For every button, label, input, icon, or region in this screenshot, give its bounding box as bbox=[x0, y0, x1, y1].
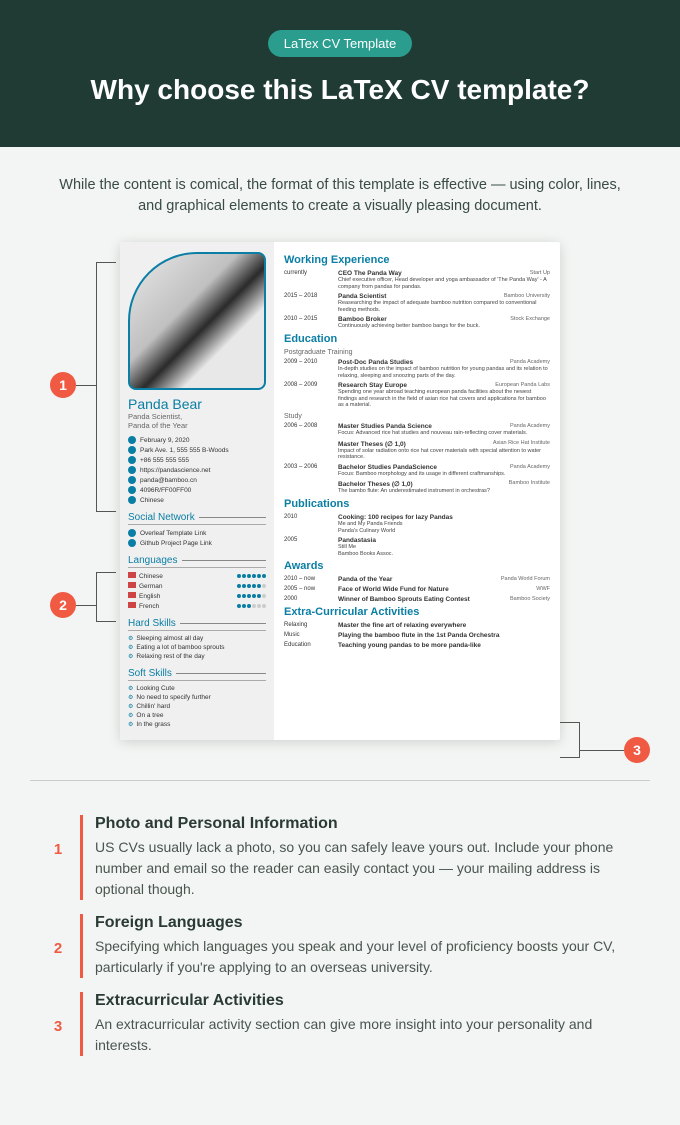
callout-2: 2 bbox=[50, 592, 76, 618]
cv-entry: Master Theses (∅ 1,0)Asian Rice Hat Inst… bbox=[284, 440, 550, 461]
flag-icon bbox=[128, 572, 136, 578]
contact-item: February 9, 2020 bbox=[128, 436, 266, 444]
skill-item: Eating a lot of bamboo sprouts bbox=[128, 644, 266, 651]
contact-item: Chinese bbox=[128, 496, 266, 504]
proficiency-dots bbox=[237, 604, 266, 608]
explanation-number: 2 bbox=[50, 940, 66, 957]
line-1 bbox=[76, 385, 96, 386]
contact-icon bbox=[128, 486, 136, 494]
proficiency-dots bbox=[237, 584, 266, 588]
contact-icon bbox=[128, 466, 136, 474]
cv-entry: 2015 – 2018Panda ScientistBamboo Univers… bbox=[284, 293, 550, 313]
contact-item: 4096R/FF00FF00 bbox=[128, 486, 266, 494]
cv-entry: 2010Cooking: 100 recipes for lazy Pandas… bbox=[284, 514, 550, 534]
bracket-2 bbox=[96, 572, 116, 622]
contact-icon bbox=[128, 446, 136, 454]
social-link: Overleaf Template Link bbox=[128, 529, 266, 537]
cv-entry: RelaxingMaster the fine art of relaxing … bbox=[284, 622, 550, 629]
proficiency-dots bbox=[237, 594, 266, 598]
contact-icon bbox=[128, 476, 136, 484]
contact-item: panda@bamboo.cn bbox=[128, 476, 266, 484]
extra-heading: Extra-Curricular Activities bbox=[284, 606, 550, 618]
cv-document: Panda Bear Panda Scientist, Panda of the… bbox=[120, 242, 560, 740]
cv-entry: currentlyCEO The Panda WayStart UpChief … bbox=[284, 270, 550, 290]
explanation-title: Extracurricular Activities bbox=[95, 992, 630, 1010]
explanation-row: 1 Photo and Personal Information US CVs us… bbox=[50, 815, 630, 900]
skill-item: In the grass bbox=[128, 721, 266, 728]
flag-icon bbox=[128, 582, 136, 588]
explanation-title: Foreign Languages bbox=[95, 914, 630, 932]
language-row: German bbox=[128, 582, 266, 590]
explanation-text: Specifying which languages you speak and… bbox=[95, 936, 630, 978]
social-link: Github Project Page Link bbox=[128, 539, 266, 547]
education-heading: Education bbox=[284, 333, 550, 345]
languages-heading: Languages bbox=[128, 555, 266, 568]
explanation-text: US CVs usually lack a photo, so you can … bbox=[95, 837, 630, 900]
language-row: English bbox=[128, 592, 266, 600]
explanation-row: 3 Extracurricular Activities An extracurri… bbox=[50, 992, 630, 1056]
cv-name: Panda Bear bbox=[128, 396, 266, 412]
cv-entry: 2009 – 2010Post-Doc Panda StudiesPanda A… bbox=[284, 359, 550, 379]
contact-item: +86 555 555 555 bbox=[128, 456, 266, 464]
bracket-1 bbox=[96, 262, 116, 512]
page-title: Why choose this LaTeX CV template? bbox=[20, 73, 660, 107]
callout-1: 1 bbox=[50, 372, 76, 398]
contact-item: https://pandascience.net bbox=[128, 466, 266, 474]
cv-entry: 2010 – nowPanda of the YearPanda World F… bbox=[284, 576, 550, 583]
explanation-title: Photo and Personal Information bbox=[95, 815, 630, 833]
callout-3: 3 bbox=[624, 737, 650, 763]
explanation-text: An extracurricular activity section can … bbox=[95, 1014, 630, 1056]
skill-item: On a tree bbox=[128, 712, 266, 719]
soft-skills-heading: Soft Skills bbox=[128, 668, 266, 681]
link-icon bbox=[128, 539, 136, 547]
link-icon bbox=[128, 529, 136, 537]
explanation-number: 1 bbox=[50, 841, 66, 858]
cv-entry: Bachelor Theses (∅ 1,0)Bamboo InstituteT… bbox=[284, 480, 550, 495]
language-row: Chinese bbox=[128, 572, 266, 580]
explanation-row: 2 Foreign Languages Specifying which langu… bbox=[50, 914, 630, 978]
flag-icon bbox=[128, 602, 136, 608]
cv-entry: 2005 – nowFace of World Wide Fund for Na… bbox=[284, 586, 550, 593]
cv-subtitle: Panda Scientist, Panda of the Year bbox=[128, 412, 266, 430]
skill-item: Looking Cute bbox=[128, 685, 266, 692]
study-label: Study bbox=[284, 413, 550, 420]
cv-sidebar: Panda Bear Panda Scientist, Panda of the… bbox=[120, 242, 274, 740]
publications-heading: Publications bbox=[284, 498, 550, 510]
bracket-3 bbox=[560, 722, 580, 758]
contact-icon bbox=[128, 456, 136, 464]
skill-item: Chillin' hard bbox=[128, 703, 266, 710]
cv-stage: 1 2 3 Panda Bear Panda Scientist, Panda … bbox=[0, 242, 680, 770]
language-row: French bbox=[128, 602, 266, 610]
contact-icon bbox=[128, 496, 136, 504]
proficiency-dots bbox=[237, 574, 266, 578]
social-heading: Social Network bbox=[128, 512, 266, 525]
hard-skills-heading: Hard Skills bbox=[128, 618, 266, 631]
contact-item: Park Ave. 1, 555 555 B-Woods bbox=[128, 446, 266, 454]
contact-icon bbox=[128, 436, 136, 444]
cv-entry: 2005PandastasiaStill Me Bamboo Books Ass… bbox=[284, 537, 550, 557]
postgrad-label: Postgraduate Training bbox=[284, 349, 550, 356]
cv-entry: MusicPlaying the bamboo flute in the 1st… bbox=[284, 632, 550, 639]
cv-main: Working Experience currentlyCEO The Pand… bbox=[274, 242, 560, 740]
category-badge: LaTex CV Template bbox=[268, 30, 413, 57]
awards-heading: Awards bbox=[284, 560, 550, 572]
skill-item: No need to specify further bbox=[128, 694, 266, 701]
skill-item: Sleeping almost all day bbox=[128, 635, 266, 642]
flag-icon bbox=[128, 592, 136, 598]
cv-entry: 2010 – 2015Bamboo BrokerStock ExchangeCo… bbox=[284, 316, 550, 330]
skill-item: Relaxing rest of the day bbox=[128, 653, 266, 660]
cv-entry: 2008 – 2009Research Stay EuropeEuropean … bbox=[284, 382, 550, 409]
profile-photo bbox=[128, 252, 266, 390]
cv-entry: 2006 – 2008Master Studies Panda ScienceP… bbox=[284, 423, 550, 437]
line-3 bbox=[580, 750, 624, 751]
cv-entry: EducationTeaching young pandas to be mor… bbox=[284, 642, 550, 649]
intro-text: While the content is comical, the format… bbox=[0, 147, 680, 243]
line-2 bbox=[76, 605, 96, 606]
header: LaTex CV Template Why choose this LaTeX … bbox=[0, 0, 680, 147]
explanations: 1 Photo and Personal Information US CVs us… bbox=[0, 781, 680, 1100]
cv-entry: 2003 – 2006Bachelor Studies PandaScience… bbox=[284, 464, 550, 478]
explanation-number: 3 bbox=[50, 1018, 66, 1035]
cv-entry: 2000Winner of Bamboo Sprouts Eating Cont… bbox=[284, 596, 550, 603]
work-heading: Working Experience bbox=[284, 254, 550, 266]
